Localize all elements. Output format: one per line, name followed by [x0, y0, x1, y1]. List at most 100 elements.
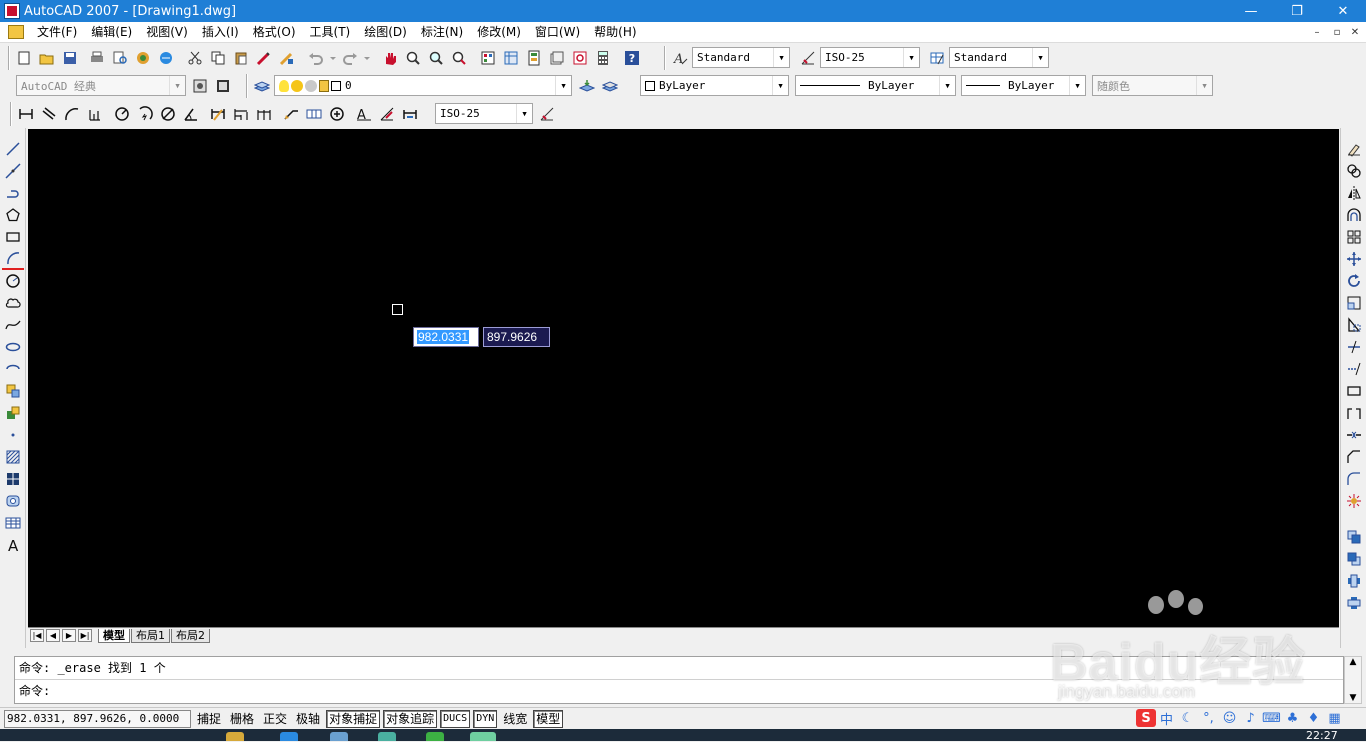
pan-realtime-icon[interactable] [379, 47, 401, 69]
design-center-icon[interactable] [500, 47, 522, 69]
snap-toggle[interactable]: 捕捉 [194, 710, 224, 728]
stretch-icon[interactable] [1343, 314, 1365, 336]
mdi-restore-button[interactable]: ▫ [1328, 24, 1346, 40]
quick-dimension-icon[interactable] [207, 103, 229, 125]
autocad-taskbar-icon[interactable] [470, 732, 496, 741]
menu-draw[interactable]: 绘图(D) [357, 22, 414, 43]
continue-dimension-icon[interactable] [253, 103, 275, 125]
otrack-toggle[interactable]: 对象追踪 [383, 709, 438, 728]
text-style-icon[interactable]: A [669, 47, 691, 69]
grid-toggle[interactable]: 栅格 [227, 710, 257, 728]
save-icon[interactable] [59, 47, 81, 69]
construction-line-icon[interactable] [2, 160, 24, 182]
app3-taskbar-icon[interactable] [426, 732, 444, 741]
skin-icon[interactable]: ♦ [1303, 709, 1324, 727]
draw-order-above-icon[interactable] [1343, 570, 1365, 592]
multiline-text-icon[interactable]: A [2, 534, 24, 556]
tool-palettes-icon[interactable] [523, 47, 545, 69]
undo-icon[interactable] [305, 47, 327, 69]
extend-icon[interactable] [1343, 358, 1365, 380]
dimension-style-control-select[interactable]: ISO-25 ▾ [435, 103, 533, 124]
command-text-area[interactable]: 命令: _erase 找到 1 个 命令: [14, 656, 1344, 704]
last-tab-button[interactable]: ▶| [78, 629, 92, 642]
new-icon[interactable] [13, 47, 35, 69]
first-tab-button[interactable]: |◀ [30, 629, 44, 642]
color-control-select[interactable]: ByLayer ▾ [640, 75, 789, 96]
tab-model[interactable]: 模型 [98, 628, 130, 643]
draw-order-front-icon[interactable] [1343, 526, 1365, 548]
scroll-up-icon[interactable]: ▲ [1350, 657, 1357, 667]
rectangle-icon[interactable] [2, 226, 24, 248]
break-at-point-icon[interactable] [1343, 380, 1365, 402]
redo-icon[interactable] [339, 47, 361, 69]
arc-icon[interactable] [2, 248, 24, 270]
menu-dimension[interactable]: 标注(N) [414, 22, 470, 43]
arc-length-icon[interactable] [61, 103, 83, 125]
table-icon[interactable] [2, 512, 24, 534]
aligned-dimension-icon[interactable] [38, 103, 60, 125]
make-object-layer-current-icon[interactable] [576, 75, 598, 97]
lineweight-toggle[interactable]: 线宽 [500, 710, 530, 728]
baseline-dimension-icon[interactable] [230, 103, 252, 125]
model-space-toggle[interactable]: 模型 [533, 709, 564, 728]
spline-icon[interactable] [2, 314, 24, 336]
document-icon[interactable] [8, 25, 24, 39]
sogou-ime-icon[interactable]: S [1136, 709, 1156, 727]
publish-icon[interactable] [132, 47, 154, 69]
workspace-select[interactable]: AutoCAD 经典 ▾ [16, 75, 186, 96]
keyboard-icon[interactable]: ⌨ [1261, 709, 1282, 727]
scale-icon[interactable] [1343, 292, 1365, 314]
paste-icon[interactable] [230, 47, 252, 69]
menu-help[interactable]: 帮助(H) [587, 22, 643, 43]
mirror-icon[interactable] [1343, 182, 1365, 204]
erase-icon[interactable] [1343, 138, 1365, 160]
draw-order-under-icon[interactable] [1343, 592, 1365, 614]
jogged-dimension-icon[interactable] [134, 103, 156, 125]
make-block-icon[interactable] [2, 402, 24, 424]
copy-object-icon[interactable] [1343, 160, 1365, 182]
layer-select[interactable]: 0 ▾ [274, 75, 572, 96]
print-icon[interactable] [86, 47, 108, 69]
quick-leader-icon[interactable] [280, 103, 302, 125]
dimension-edit-icon[interactable]: A [353, 103, 375, 125]
redo-dropdown-icon[interactable] [362, 47, 372, 69]
dynamic-input-y[interactable]: 897.9626 [483, 327, 550, 347]
menu-edit[interactable]: 编辑(E) [84, 22, 139, 43]
microphone-icon[interactable]: ♪ [1240, 709, 1261, 727]
minimize-button[interactable]: — [1228, 0, 1274, 22]
gradient-icon[interactable] [2, 468, 24, 490]
tab-layout1[interactable]: 布局1 [131, 628, 170, 643]
ellipse-arc-icon[interactable] [2, 358, 24, 380]
copy-icon[interactable] [207, 47, 229, 69]
scroll-down-icon[interactable]: ▼ [1350, 693, 1357, 703]
coordinate-display[interactable]: 982.0331, 897.9626, 0.0000 [4, 709, 191, 728]
menu-tools[interactable]: 工具(T) [303, 22, 358, 43]
text-style-select[interactable]: Standard ▾ [692, 47, 790, 68]
menu-insert[interactable]: 插入(I) [195, 22, 246, 43]
join-icon[interactable] [1343, 424, 1365, 446]
linetype-control-select[interactable]: ByLayer ▾ [795, 75, 956, 96]
ortho-toggle[interactable]: 正交 [260, 710, 290, 728]
menu-file[interactable]: 文件(F) [30, 22, 84, 43]
dimension-text-edit-icon[interactable] [376, 103, 398, 125]
region-icon[interactable] [2, 490, 24, 512]
plot-style-control-select[interactable]: 随颜色 ▾ [1092, 75, 1213, 96]
menu-format[interactable]: 格式(O) [246, 22, 303, 43]
circle-icon[interactable] [2, 270, 24, 292]
hatch-icon[interactable] [2, 446, 24, 468]
chamfer-icon[interactable] [1343, 446, 1365, 468]
browser-taskbar-icon[interactable] [280, 732, 298, 741]
cut-icon[interactable] [184, 47, 206, 69]
tolerance-icon[interactable] [303, 103, 325, 125]
diameter-dimension-icon[interactable] [157, 103, 179, 125]
polar-toggle[interactable]: 极轴 [293, 710, 323, 728]
undo-dropdown-icon[interactable] [328, 47, 338, 69]
dyn-toggle[interactable]: DYN [473, 709, 498, 728]
close-button[interactable]: ✕ [1320, 0, 1366, 22]
autocad-app-icon[interactable] [4, 3, 20, 19]
file-explorer-taskbar-icon[interactable] [226, 732, 244, 741]
center-mark-icon[interactable] [326, 103, 348, 125]
point-icon[interactable] [2, 424, 24, 446]
prev-tab-button[interactable]: ◀ [46, 629, 60, 642]
emoji-icon[interactable]: ☺ [1219, 709, 1240, 727]
